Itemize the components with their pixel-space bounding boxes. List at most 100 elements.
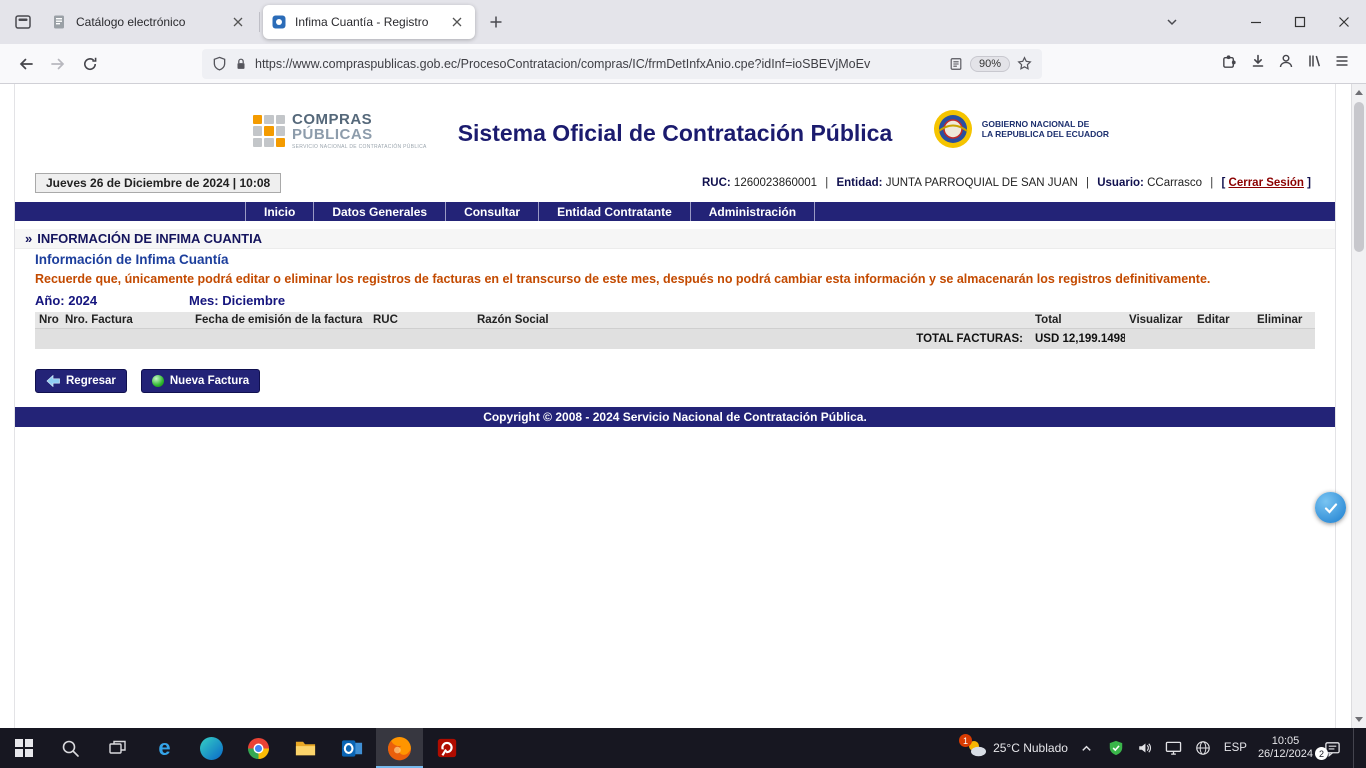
regresar-button[interactable]: Regresar (35, 369, 127, 393)
edge-legacy-app[interactable]: e (141, 728, 188, 768)
scrollbar-thumb[interactable] (1354, 102, 1364, 252)
search-icon (61, 739, 80, 758)
info-row: Jueves 26 de Diciembre de 2024 | 10:08 R… (15, 172, 1335, 194)
col-nro: Nro (35, 312, 61, 329)
firefox-view-icon[interactable] (8, 7, 38, 37)
entidad-label: Entidad: (836, 177, 882, 189)
windows-taskbar: e (0, 728, 1366, 768)
tab-catalogo[interactable]: Catálogo electrónico (44, 5, 256, 39)
firefox-app[interactable] (376, 728, 423, 768)
total-row-filler (1125, 329, 1315, 349)
language-indicator[interactable]: ESP (1222, 742, 1249, 754)
widget-check-icon (1323, 500, 1339, 516)
chrome-app[interactable] (235, 728, 282, 768)
nav-item-consultar[interactable]: Consultar (445, 202, 538, 221)
acrobat-app[interactable] (423, 728, 470, 768)
tab-favicon (52, 14, 68, 30)
action-center-icon[interactable]: 2 (1322, 738, 1342, 758)
start-button[interactable] (0, 728, 47, 768)
entidad-value: JUNTA PARROQUIAL DE SAN JUAN (886, 177, 1078, 189)
ruc-value: 1260023860001 (734, 177, 817, 189)
bookmark-star-icon[interactable] (1017, 56, 1032, 71)
screen: Catálogo electrónico Infima Cuantía - Re… (0, 0, 1366, 768)
vertical-scrollbar[interactable] (1351, 84, 1366, 728)
nav-item-entidad-contratante[interactable]: Entidad Contratante (538, 202, 690, 221)
session-info: RUC: 1260023860001 | Entidad: JUNTA PARR… (702, 177, 1311, 189)
library-icon[interactable] (1306, 53, 1322, 74)
url-text[interactable]: https://www.compraspublicas.gob.ec/Proce… (255, 57, 942, 71)
close-window-button[interactable] (1322, 0, 1366, 44)
edge-icon (200, 737, 223, 760)
nav-item-administracion[interactable]: Administración (690, 202, 815, 221)
tab-separator (259, 12, 260, 32)
taskbar-search-button[interactable] (47, 728, 94, 768)
total-facturas-value: USD 12,199.1498 (1031, 329, 1125, 349)
usuario-value: CCarrasco (1147, 177, 1202, 189)
action-buttons: Regresar Nueva Factura (35, 369, 1335, 393)
notification-badge: 2 (1315, 747, 1328, 760)
warning-text: Recuerde que, únicamente podrá editar o … (35, 272, 1315, 287)
extensions-icon[interactable] (1221, 53, 1238, 75)
back-arrow-icon (46, 375, 60, 387)
show-desktop-button[interactable] (1353, 728, 1358, 768)
account-icon[interactable] (1278, 53, 1294, 74)
accessibility-widget-button[interactable] (1315, 492, 1346, 523)
display-icon[interactable] (1164, 738, 1184, 758)
tab-close-icon[interactable] (447, 12, 467, 32)
network-globe-icon[interactable] (1193, 738, 1213, 758)
logout-link[interactable]: Cerrar Sesión (1229, 177, 1304, 189)
col-total: Total (1031, 312, 1125, 329)
table-header-row: Nro Nro. Factura Fecha de emisión de la … (35, 312, 1315, 329)
separator: | (825, 177, 828, 189)
outlook-app[interactable] (329, 728, 376, 768)
weather-widget[interactable]: 1 25°C Nublado (965, 738, 1068, 758)
url-bar[interactable]: https://www.compraspublicas.gob.ec/Proce… (202, 49, 1042, 79)
tab-infima-cuantia[interactable]: Infima Cuantía - Registro (263, 5, 475, 39)
back-icon[interactable] (10, 49, 42, 79)
security-shield-icon[interactable] (1106, 738, 1126, 758)
menu-hamburger-icon[interactable] (1334, 53, 1350, 74)
bracket: [ (1221, 177, 1225, 189)
nueva-factura-label: Nueva Factura (170, 375, 249, 387)
new-tab-button[interactable] (481, 7, 511, 37)
taskbar-clock[interactable]: 10:05 26/12/2024 (1258, 735, 1313, 761)
col-fecha: Fecha de emisión de la factura (191, 312, 369, 329)
total-facturas-label: TOTAL FACTURAS: (35, 329, 1031, 349)
task-view-button[interactable] (94, 728, 141, 768)
file-explorer-app[interactable] (282, 728, 329, 768)
nueva-factura-button[interactable]: Nueva Factura (141, 369, 260, 393)
forward-icon[interactable] (42, 49, 74, 79)
government-logo: GOBIERNO NACIONAL DE LA REPUBLICA DEL EC… (932, 108, 1109, 150)
maximize-button[interactable] (1278, 0, 1322, 44)
list-all-tabs-icon[interactable] (1156, 7, 1188, 37)
weather-badge: 1 (959, 734, 972, 747)
weather-text: 25°C Nublado (993, 741, 1068, 755)
gov-text-line1: GOBIERNO NACIONAL DE (982, 119, 1109, 130)
breadcrumb-label: INFORMACIÓN DE INFIMA CUANTIA (37, 231, 262, 246)
invoice-table: Nro Nro. Factura Fecha de emisión de la … (35, 312, 1315, 349)
lock-icon[interactable] (234, 57, 248, 71)
volume-icon[interactable] (1135, 738, 1155, 758)
tracking-protection-shield-icon[interactable] (212, 56, 227, 71)
reader-mode-icon[interactable] (949, 57, 963, 71)
col-visualizar: Visualizar (1125, 312, 1193, 329)
scroll-down-arrow[interactable] (1355, 717, 1363, 722)
usuario-label: Usuario: (1097, 177, 1144, 189)
edge-app[interactable] (188, 728, 235, 768)
nav-item-inicio[interactable]: Inicio (245, 202, 313, 221)
page-viewport: COMPRAS PÚBLICAS SERVICIO NACIONAL DE CO… (0, 84, 1366, 728)
edge-legacy-icon: e (158, 737, 170, 759)
downloads-icon[interactable] (1250, 53, 1266, 74)
minimize-button[interactable] (1234, 0, 1278, 44)
separator: | (1086, 177, 1089, 189)
ruc-label: RUC: (702, 177, 731, 189)
nav-item-datos-generales[interactable]: Datos Generales (313, 202, 445, 221)
tab-close-icon[interactable] (228, 12, 248, 32)
total-row: TOTAL FACTURAS: USD 12,199.1498 (35, 329, 1315, 349)
col-ruc: RUC (369, 312, 473, 329)
nav-menu: InicioDatos GeneralesConsultarEntidad Co… (15, 202, 1335, 221)
reload-icon[interactable] (74, 49, 106, 79)
scroll-up-arrow[interactable] (1355, 90, 1363, 95)
tray-expand-chevron-icon[interactable] (1077, 738, 1097, 758)
zoom-level-badge[interactable]: 90% (970, 56, 1010, 72)
